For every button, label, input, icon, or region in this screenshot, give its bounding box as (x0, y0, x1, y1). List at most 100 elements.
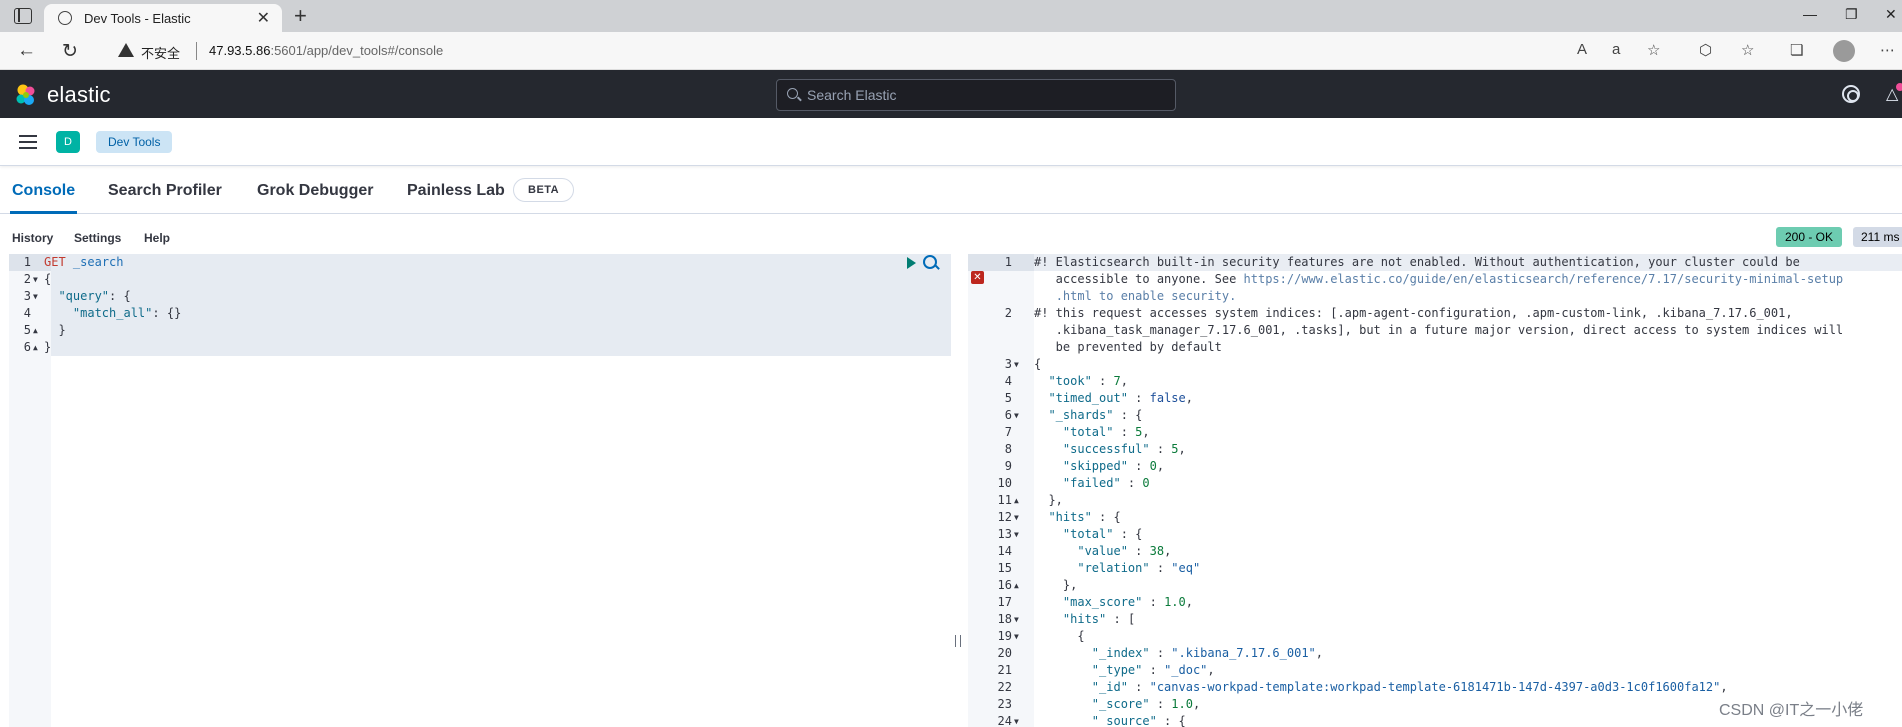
line-number: 12 (997, 510, 1012, 524)
close-tab-icon[interactable]: ✕ (257, 8, 270, 28)
fold-toggle-icon[interactable]: ▼ (1014, 407, 1019, 424)
line-number: 11 (997, 493, 1012, 507)
profile-avatar[interactable] (1833, 40, 1855, 62)
line-number: 10 (997, 476, 1012, 490)
tab-search-profiler[interactable]: Search Profiler (108, 182, 222, 200)
more-menu-icon[interactable]: ⋯ (1880, 41, 1895, 59)
fold-toggle-icon[interactable]: ▲ (1014, 492, 1019, 509)
code-line: 3 ▼ { (968, 356, 1902, 373)
response-time-badge: 211 ms (1853, 227, 1902, 247)
code-line: 13 ▼ "total" : { (968, 526, 1902, 543)
line-number: 24 (997, 714, 1012, 727)
code-line: 16 ▲ }, (968, 577, 1902, 594)
restore-icon[interactable]: ❐ (1845, 6, 1858, 23)
translate-icon[interactable]: a (1612, 41, 1620, 58)
line-number: 18 (997, 612, 1012, 626)
code-text: .kibana_task_manager_7.17.6_001, .tasks]… (1034, 323, 1844, 337)
settings-link[interactable]: Settings (74, 231, 121, 245)
close-window-icon[interactable]: ✕ (1885, 6, 1897, 23)
code-text: "query": { (58, 289, 131, 303)
code-text: } (44, 323, 66, 337)
resize-handle-icon[interactable] (955, 635, 961, 647)
elastic-logo-text[interactable]: elastic (47, 82, 111, 108)
favorites-icon[interactable]: ☆ (1741, 41, 1754, 59)
fold-toggle-icon[interactable]: ▼ (1014, 611, 1019, 628)
code-text: "_id" : "canvas-workpad-template:workpad… (1091, 680, 1728, 694)
help-link[interactable]: Help (144, 231, 170, 245)
fold-toggle-icon[interactable]: ▼ (1014, 628, 1019, 645)
line-number: 17 (997, 595, 1012, 609)
fold-toggle-icon[interactable]: ▼ (1014, 509, 1019, 526)
fold-toggle-icon[interactable]: ▲ (33, 339, 38, 356)
tab-painless-lab[interactable]: Painless Lab (407, 182, 505, 200)
refresh-icon[interactable]: ↻ (62, 40, 78, 63)
beta-badge: BETA (513, 178, 575, 202)
back-icon[interactable]: ← (17, 40, 36, 62)
read-aloud-icon[interactable]: A (1577, 41, 1587, 58)
breadcrumb-dev-tools[interactable]: Dev Tools (96, 131, 173, 153)
elastic-logo-icon[interactable] (14, 83, 38, 107)
code-line: 17 "max_score" : 1.0, (968, 594, 1902, 611)
code-line: 10 "failed" : 0 (968, 475, 1902, 492)
new-tab-icon[interactable]: + (294, 3, 307, 29)
code-text: "value" : 38, (1077, 544, 1172, 558)
code-text: #! this request accesses system indices:… (1034, 306, 1793, 320)
hamburger-menu-icon[interactable] (19, 135, 37, 149)
response-editor[interactable]: ✕ 1 #! Elasticsearch built-in security fe… (968, 254, 1902, 727)
dev-tools-tabs: Console Search Profiler Grok Debugger Pa… (0, 166, 1902, 214)
code-line: 7 "total" : 5, (968, 424, 1902, 441)
line-number: 1 (23, 255, 31, 269)
code-line: 5 ▲ } (9, 322, 951, 339)
global-search[interactable] (776, 79, 1176, 111)
browser-tab[interactable]: Dev Tools - Elastic ✕ (44, 4, 282, 32)
code-line: 11 ▲ }, (968, 492, 1902, 509)
fold-toggle-icon[interactable]: ▼ (33, 271, 38, 288)
line-number: 3 (23, 289, 31, 303)
code-line: .kibana_task_manager_7.17.6_001, .tasks]… (968, 322, 1902, 339)
code-text: "total" : { (1062, 527, 1143, 541)
code-text: }, (1034, 493, 1063, 507)
collections-icon[interactable]: ❏ (1790, 41, 1803, 59)
history-link[interactable]: History (12, 231, 53, 245)
code-text: }, (1034, 578, 1078, 592)
line-number: 14 (997, 544, 1012, 558)
security-warning[interactable]: 不安全 (141, 43, 180, 62)
line-number: 6 (23, 340, 31, 354)
code-line: 8 "successful" : 5, (968, 441, 1902, 458)
code-line: 19 ▼ { (968, 628, 1902, 645)
code-line: 20 "_index" : ".kibana_7.17.6_001", (968, 645, 1902, 662)
fold-toggle-icon[interactable]: ▲ (33, 322, 38, 339)
help-icon[interactable] (1842, 85, 1860, 103)
tab-grok-debugger[interactable]: Grok Debugger (257, 182, 373, 200)
code-line: 5 "timed_out" : false, (968, 390, 1902, 407)
space-avatar[interactable]: D (56, 131, 80, 153)
warning-icon[interactable] (118, 43, 134, 57)
tab-console[interactable]: Console (12, 182, 75, 200)
code-line: 2 ▼ { (9, 271, 951, 288)
fold-toggle-icon[interactable]: ▼ (1014, 526, 1019, 543)
line-number: 3 (1004, 357, 1012, 371)
code-line: 12 ▼ "hits" : { (968, 509, 1902, 526)
code-text: "relation" : "eq" (1077, 561, 1201, 575)
fold-toggle-icon[interactable]: ▼ (1014, 356, 1019, 373)
code-text: GET _search (44, 255, 124, 269)
code-text: .html to enable security. (1055, 289, 1237, 303)
request-editor[interactable]: 1 GET _search 2 ▼{3 ▼ "query": {4 "match_all… (9, 254, 951, 727)
browser-tab-title: Dev Tools - Elastic (84, 11, 191, 26)
minimize-icon[interactable]: — (1803, 6, 1817, 22)
code-text: "_shards" : { (1048, 408, 1143, 422)
line-number: 15 (997, 561, 1012, 575)
tab-actions-icon[interactable] (14, 8, 32, 24)
search-input[interactable] (807, 86, 1167, 104)
line-number: 16 (997, 578, 1012, 592)
code-text: "successful" : 5, (1062, 442, 1186, 456)
extensions-icon[interactable]: ⬡ (1699, 41, 1712, 59)
fold-toggle-icon[interactable]: ▼ (33, 288, 38, 305)
fold-toggle-icon[interactable]: ▲ (1014, 577, 1019, 594)
fold-toggle-icon[interactable]: ▼ (1014, 713, 1019, 727)
line-number: 19 (997, 629, 1012, 643)
line-number: 22 (997, 680, 1012, 694)
favorite-star-icon[interactable]: ☆ (1647, 41, 1660, 59)
search-icon (787, 88, 798, 99)
url-field[interactable]: 47.93.5.86:5601/app/dev_tools#/console (209, 43, 443, 58)
